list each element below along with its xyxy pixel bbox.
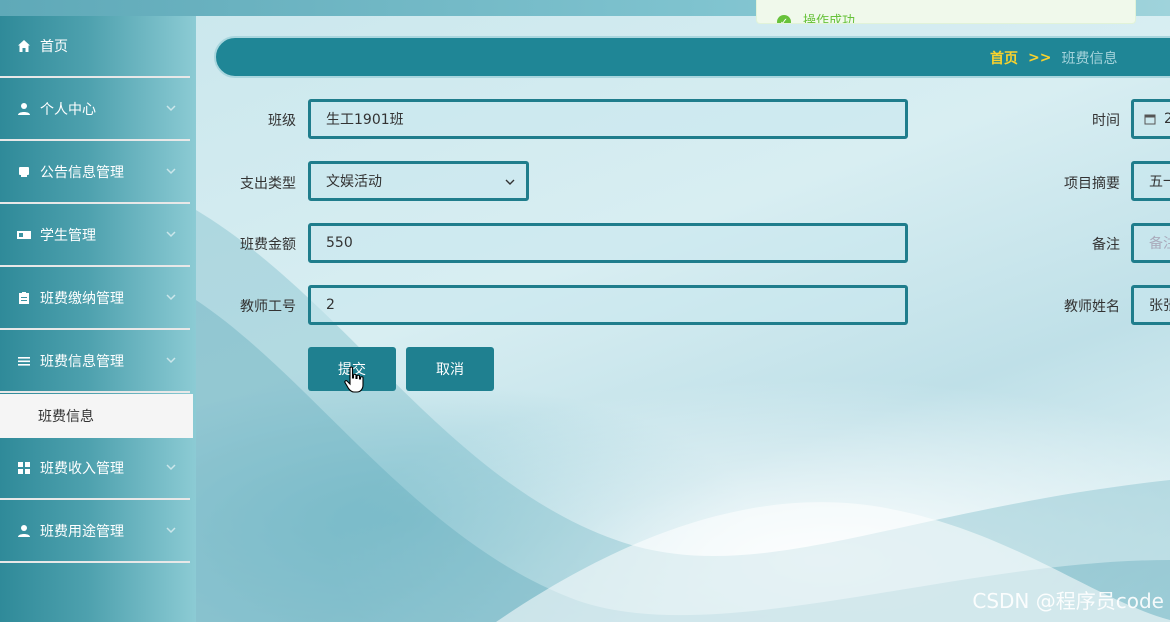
amount-input-value: 550: [326, 235, 353, 251]
sidebar-item-label: 班费缴纳管理: [40, 291, 124, 307]
cancel-button[interactable]: 取消: [406, 347, 494, 391]
toast-message: 操作成功: [803, 14, 856, 24]
project-summary-label: 项目摘要: [1064, 176, 1120, 192]
breadcrumb-current: 班费信息: [1061, 51, 1118, 67]
teacher-id-value: 2: [326, 297, 335, 313]
grid-icon: [16, 460, 32, 476]
expense-type-value: 文娱活动: [326, 174, 382, 190]
project-summary-input[interactable]: 五一: [1131, 161, 1170, 201]
chevron-down-icon: [505, 179, 515, 185]
sidebar-item-label: 班费用途管理: [40, 524, 124, 540]
chevron-down-icon: [166, 464, 176, 471]
submenu-item-fee-info[interactable]: 班费信息: [0, 394, 193, 438]
chevron-down-icon: [166, 105, 176, 112]
time-input-value: 2: [1164, 111, 1170, 127]
breadcrumb-home-link[interactable]: 首页: [990, 48, 1018, 68]
teacher-name-input[interactable]: 张张: [1131, 285, 1170, 325]
amount-input[interactable]: 550: [308, 223, 908, 263]
teacher-name-label: 教师姓名: [1064, 299, 1120, 315]
remark-input[interactable]: 备注: [1131, 223, 1170, 263]
sidebar-item-home[interactable]: 首页: [0, 16, 190, 78]
class-input[interactable]: 生工1901班: [308, 99, 908, 139]
id-card-icon: [16, 227, 32, 243]
sidebar-item-label: 学生管理: [40, 228, 96, 244]
expense-type-label: 支出类型: [240, 176, 296, 192]
class-label: 班级: [268, 113, 296, 129]
chevron-down-icon: [166, 294, 176, 301]
watermark-text: CSDN @程序员code: [972, 589, 1164, 613]
check-circle-icon: ✓: [777, 15, 791, 23]
sidebar-item-fee-payment-management[interactable]: 班费缴纳管理: [0, 268, 190, 330]
hand-pointer-cursor-icon: [344, 366, 364, 393]
sidebar-item-label: 首页: [40, 39, 68, 55]
notice-icon: [16, 164, 32, 180]
sidebar-item-label: 个人中心: [40, 102, 96, 118]
calendar-icon: [1144, 114, 1156, 125]
expense-type-select[interactable]: 文娱活动: [308, 161, 529, 201]
breadcrumb: 首页 >> 班费信息: [990, 48, 1117, 68]
remark-label: 备注: [1092, 237, 1120, 253]
sidebar-item-student-management[interactable]: 学生管理: [0, 205, 190, 267]
class-input-value: 生工1901班: [326, 112, 404, 128]
chevron-down-icon: [166, 527, 176, 534]
user-icon: [16, 101, 32, 117]
amount-label: 班费金额: [240, 237, 296, 253]
home-icon: [16, 38, 32, 54]
chevron-down-icon: [166, 357, 176, 364]
teacher-id-label: 教师工号: [240, 299, 296, 315]
sidebar-item-notice-management[interactable]: 公告信息管理: [0, 142, 190, 204]
time-date-picker[interactable]: 2: [1131, 99, 1170, 139]
user-icon: [16, 523, 32, 539]
time-label: 时间: [1092, 113, 1120, 129]
sidebar-item-label: 班费信息管理: [40, 354, 124, 370]
project-summary-value: 五一: [1149, 174, 1170, 190]
teacher-name-value: 张张: [1149, 298, 1170, 314]
success-toast: ✓ 操作成功: [756, 0, 1136, 24]
remark-placeholder: 备注: [1149, 236, 1170, 252]
sidebar-item-fee-info-management[interactable]: 班费信息管理: [0, 331, 190, 393]
teacher-id-input[interactable]: 2: [308, 285, 908, 325]
sidebar-item-label: 公告信息管理: [40, 165, 124, 181]
sidebar-item-personal-center[interactable]: 个人中心: [0, 79, 190, 141]
chevron-down-icon: [166, 231, 176, 238]
sidebar-item-fee-income-management[interactable]: 班费收入管理: [0, 438, 190, 500]
sidebar-item-fee-usage-management[interactable]: 班费用途管理: [0, 501, 190, 563]
clipboard-icon: [16, 290, 32, 306]
list-icon: [16, 353, 32, 369]
breadcrumb-separator: >>: [1028, 50, 1052, 66]
sidebar-item-label: 班费收入管理: [40, 461, 124, 477]
chevron-down-icon: [166, 168, 176, 175]
